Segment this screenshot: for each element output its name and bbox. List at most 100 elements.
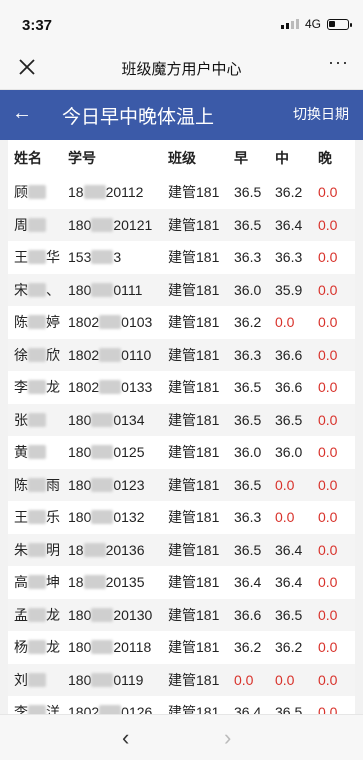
switch-date-button[interactable]: 切换日期 <box>293 104 349 124</box>
temp-noon: 36.2 <box>275 639 303 656</box>
nav-bar: 班级魔方用户中心 ··· <box>0 46 363 90</box>
column-header-evening: 晚 <box>318 150 332 166</box>
student-name: 孟龙 <box>8 605 68 625</box>
temp-morning: 36.5 <box>234 184 262 201</box>
student-name-last: 乐 <box>46 509 60 526</box>
redacted-blur <box>83 542 106 557</box>
student-id: 180 0125 <box>68 444 168 460</box>
student-id-suffix: 0125 <box>113 444 145 461</box>
table-row: 徐欣 1802 0110 建管181 36.3 36.6 0.0 <box>8 338 355 371</box>
student-name-first: 朱 <box>14 541 28 558</box>
redacted-blur <box>91 607 114 622</box>
temp-noon: 36.3 <box>275 249 303 266</box>
more-icon[interactable]: ··· <box>328 52 349 73</box>
redacted-blur <box>28 477 46 492</box>
temp-morning: 36.4 <box>234 704 262 714</box>
table-row: 李龙 1802 0133 建管181 36.5 36.6 0.0 <box>8 371 355 404</box>
student-id: 180 0111 <box>68 282 168 298</box>
student-name-first: 黄 <box>14 444 28 461</box>
student-id-suffix: 0119 <box>113 671 144 688</box>
redacted-blur <box>83 575 106 590</box>
redacted-blur <box>28 250 46 265</box>
temp-evening: 0.0 <box>318 541 338 558</box>
status-indicators: 4G <box>280 17 352 31</box>
forward-chevron-icon[interactable]: › <box>224 725 231 751</box>
back-chevron-icon[interactable]: ‹ <box>122 725 129 751</box>
student-id-suffix: 0103 <box>121 314 153 331</box>
temp-evening: 0.0 <box>318 184 338 201</box>
student-name-last: 华 <box>46 249 60 266</box>
student-name-last: 洋 <box>46 704 60 714</box>
redacted-blur <box>28 445 46 460</box>
temp-noon: 35.9 <box>275 281 303 298</box>
redacted-blur <box>28 185 46 200</box>
table-row: 孟龙 180 20130 建管181 36.6 36.5 0.0 <box>8 598 355 631</box>
temp-noon: 36.6 <box>275 379 303 396</box>
temp-morning: 36.0 <box>234 281 262 298</box>
student-id-prefix: 180 <box>68 509 92 526</box>
student-name: 黄 <box>8 442 68 462</box>
table-row: 王华 153 3 建管181 36.3 36.3 0.0 <box>8 241 355 274</box>
back-arrow-icon[interactable]: ← <box>12 102 32 125</box>
temp-noon: 36.6 <box>275 346 303 363</box>
redacted-blur <box>91 477 114 492</box>
student-name-last: 婷 <box>46 314 60 331</box>
temp-noon: 36.5 <box>275 704 303 714</box>
student-name-first: 张 <box>14 411 28 428</box>
temp-morning: 36.2 <box>234 314 262 331</box>
temp-noon: 36.5 <box>275 606 303 623</box>
student-name: 李洋 <box>8 702 68 714</box>
student-id-suffix: 0133 <box>121 379 153 396</box>
student-id-prefix: 180 <box>68 411 92 428</box>
student-id-prefix: 180 <box>68 671 92 688</box>
student-name-first: 刘 <box>14 671 28 688</box>
class-name: 建管181 <box>168 249 220 266</box>
temp-evening: 0.0 <box>318 671 338 688</box>
student-id-prefix: 1802 <box>68 379 100 396</box>
redacted-blur <box>28 412 46 427</box>
table-row: 宋、 180 0111 建管181 36.0 35.9 0.0 <box>8 273 355 306</box>
temp-morning: 0.0 <box>234 671 254 688</box>
temp-evening: 0.0 <box>318 476 338 493</box>
student-name-first: 王 <box>14 249 28 266</box>
student-id-suffix: 0132 <box>113 509 145 526</box>
temp-noon: 36.5 <box>275 411 303 428</box>
redacted-blur <box>91 250 114 265</box>
table-row: 张 180 0134 建管181 36.5 36.5 0.0 <box>8 403 355 436</box>
student-name: 刘 <box>8 670 68 690</box>
temp-morning: 36.4 <box>234 574 262 591</box>
redacted-blur <box>83 185 106 200</box>
column-header-name: 姓名 <box>14 150 42 166</box>
redacted-blur <box>91 672 114 687</box>
temp-morning: 36.0 <box>234 444 262 461</box>
student-id-prefix: 180 <box>68 606 92 623</box>
student-id-prefix: 18 <box>68 574 84 591</box>
column-header-noon: 中 <box>275 150 289 166</box>
temp-noon: 0.0 <box>275 671 295 688</box>
class-name: 建管181 <box>168 541 220 558</box>
redacted-blur <box>28 542 46 557</box>
redacted-blur <box>91 217 114 232</box>
student-name: 周 <box>8 215 68 235</box>
student-name-last: 雨 <box>46 476 60 493</box>
student-name: 李龙 <box>8 377 68 397</box>
temp-morning: 36.5 <box>234 541 262 558</box>
student-id-prefix: 180 <box>68 281 92 298</box>
network-label: 4G <box>304 17 321 31</box>
student-id: 180 20121 <box>68 217 168 233</box>
temp-evening: 0.0 <box>318 574 338 591</box>
temp-morning: 36.6 <box>234 606 262 623</box>
class-name: 建管181 <box>168 671 220 688</box>
class-name: 建管181 <box>168 411 220 428</box>
student-id: 180 0123 <box>68 477 168 493</box>
redacted-blur <box>28 315 46 330</box>
redacted-blur <box>99 315 122 330</box>
student-name-last: 龙 <box>46 379 60 396</box>
student-id-suffix: 0126 <box>121 704 153 714</box>
student-name-last: 明 <box>46 541 60 558</box>
temp-noon: 0.0 <box>275 314 295 331</box>
status-time: 3:37 <box>22 17 53 34</box>
class-name: 建管181 <box>168 216 220 233</box>
student-id: 1802 0103 <box>68 314 168 330</box>
student-id-prefix: 180 <box>68 476 92 493</box>
